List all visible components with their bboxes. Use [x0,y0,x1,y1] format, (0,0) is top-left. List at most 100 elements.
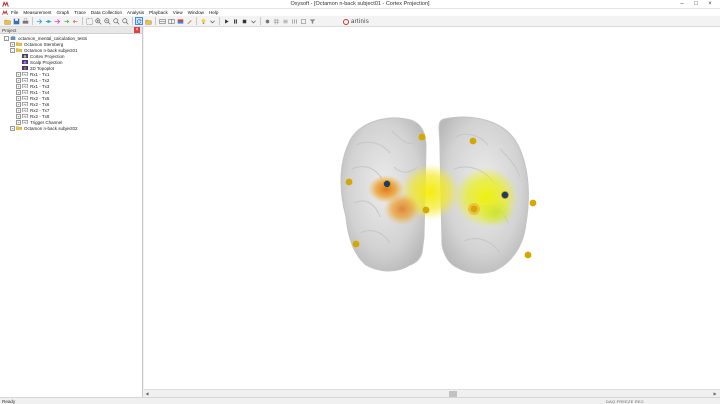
optode-receiver[interactable] [382,179,391,188]
rotate-icon [136,18,142,24]
optode-transmitter[interactable] [352,240,360,248]
optode-transmitter[interactable] [469,137,477,145]
collapse-icon[interactable]: - [4,35,9,41]
scalp-icon [22,59,28,65]
zoom-in-button[interactable] [94,17,102,25]
zoom-x-button[interactable] [112,17,120,25]
menu-window[interactable]: Window [188,10,204,15]
zoom-out-icon [103,17,111,25]
play-icon [224,18,229,24]
marker-icon [45,19,51,23]
menu-measurement[interactable]: Measurement [23,10,51,15]
menu-graph[interactable]: Graph [57,10,70,15]
channel-icon [22,77,28,83]
playback-dropdown-button[interactable] [249,17,257,25]
close-icon[interactable]: × [704,0,716,9]
optode-transmitter[interactable] [470,205,478,213]
toolbar-separator [132,17,133,25]
scroll-left-icon[interactable]: ◀ [144,390,150,397]
open-graph-button[interactable] [144,17,152,25]
optode-transmitter[interactable] [529,199,537,207]
expand-icon[interactable]: + [10,41,15,47]
optode-transmitter[interactable] [418,133,426,141]
list-button[interactable] [281,17,289,25]
cortex-projection-view[interactable] [144,27,720,389]
grid-toggle-button[interactable] [272,17,280,25]
toolbar-separator [82,17,83,25]
optode-transmitter[interactable] [422,206,430,214]
add-event-button[interactable] [35,17,43,25]
zoom-box-button[interactable] [85,17,93,25]
expand-icon[interactable]: + [16,77,21,83]
light-dropdown-button[interactable] [208,17,216,25]
horizontal-scrollbar[interactable]: ◀ ▶ [144,389,720,397]
tree-item-label: Octamon n-back subject01 [24,47,78,53]
tree-item-label: Rx2 - Tx6 [30,101,50,107]
filter-button[interactable] [308,17,316,25]
expand-icon[interactable]: + [16,89,21,95]
import-button[interactable] [71,17,79,25]
menu-bar: File Measurement Graph Trace Data Collec… [0,9,720,16]
stop-button[interactable] [240,17,248,25]
open-button[interactable] [3,17,11,25]
tree-item-label: Trigger Channel [30,119,63,125]
document-menu-icon[interactable] [2,9,8,16]
grid-layout-icon [158,18,166,24]
expand-icon[interactable]: + [16,95,21,101]
menu-file[interactable]: File [11,10,18,15]
channel-icon [22,89,28,95]
brain-render[interactable] [144,27,720,389]
channel-icon [22,83,28,89]
settings-button[interactable] [185,17,193,25]
folder-open-icon [3,19,11,25]
expand-icon[interactable]: + [16,119,21,125]
play-button[interactable] [222,17,230,25]
color-scale-button[interactable] [176,17,184,25]
record-button[interactable] [263,17,271,25]
maximize-icon[interactable]: □ [690,0,702,9]
minimize-icon[interactable]: – [676,0,688,9]
activation-right-green [478,199,514,227]
expand-icon[interactable]: + [16,113,21,119]
marker-list-icon [300,18,306,24]
event-marker-button[interactable] [53,17,61,25]
tree-item-label: Rx1 - Tx2 [30,77,50,83]
light-button[interactable] [199,17,207,25]
pause-button[interactable] [231,17,239,25]
tree-item-label: Cortex Projection [30,53,65,59]
channels-button[interactable] [290,17,298,25]
optode-receiver[interactable] [500,190,509,199]
tree-item[interactable]: + Octamon n-back subject02 [0,125,142,131]
menu-analysis[interactable]: Analysis [127,10,144,15]
expand-icon[interactable]: + [16,71,21,77]
zoom-y-button[interactable] [121,17,129,25]
rotate-view-button[interactable] [135,17,143,25]
expand-icon[interactable]: + [10,125,15,131]
folder-icon [15,41,23,47]
expand-icon[interactable]: + [16,101,21,107]
table-button[interactable] [167,17,175,25]
project-panel-title: Project [2,27,17,33]
optode-transmitter[interactable] [524,251,532,259]
menu-trace[interactable]: Trace [74,10,86,15]
print-button[interactable] [21,17,29,25]
layout-button[interactable] [158,17,166,25]
expand-icon[interactable]: + [16,107,21,113]
collapse-icon[interactable]: - [10,47,15,53]
optode-transmitter[interactable] [345,178,353,186]
project-panel-close-icon[interactable]: × [134,27,140,33]
scroll-right-icon[interactable]: ▶ [712,390,718,397]
menu-help[interactable]: Help [209,10,218,15]
menu-data-collection[interactable]: Data Collection [91,10,122,15]
expand-icon[interactable]: + [16,83,21,89]
menu-view[interactable]: View [173,10,183,15]
insert-marker-button[interactable] [44,17,52,25]
save-button[interactable] [12,17,20,25]
tree-item-label: Rx1 - Tx4 [30,89,50,95]
zoom-out-button[interactable] [103,17,111,25]
export-button[interactable] [62,17,70,25]
toolbar-separator [260,17,261,25]
menu-playback[interactable]: Playback [149,10,168,15]
zoom-horizontal-icon [112,17,120,25]
marker-list-button[interactable] [299,17,307,25]
